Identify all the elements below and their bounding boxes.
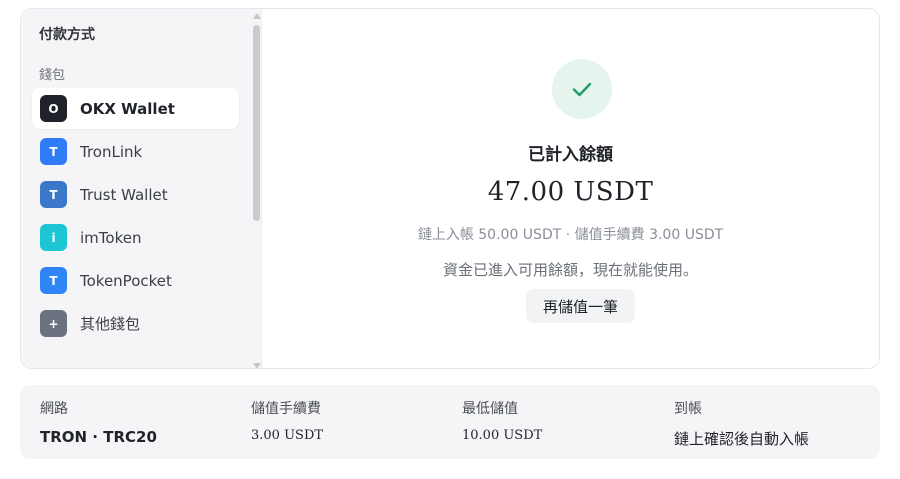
wallet-label: 其他錢包	[80, 315, 141, 333]
payment-method-sidebar: 付款方式 錢包 O OKX Wallet T TronLink T Trust …	[21, 9, 262, 368]
fee-info: 儲值手續費 3.00 USDT	[251, 398, 323, 443]
arrival-label: 到帳	[674, 401, 702, 417]
tronlink-icon: T	[40, 138, 67, 165]
fee-label: 儲值手續費	[251, 401, 321, 417]
scrollbar-thumb[interactable]	[253, 25, 260, 221]
network-info: 網路 TRON · TRC20	[40, 398, 157, 446]
wallet-label: imToken	[80, 228, 142, 247]
sidebar-title: 付款方式	[39, 27, 95, 43]
wallet-item-okx[interactable]: O OKX Wallet	[32, 88, 239, 129]
min-deposit-info: 最低儲值 10.00 USDT	[462, 398, 542, 443]
scroll-up-arrow-icon[interactable]	[253, 13, 261, 19]
wallet-item-trust-wallet[interactable]: T Trust Wallet	[32, 174, 239, 215]
tokenpocket-icon: T	[40, 267, 67, 294]
wallet-item-tronlink[interactable]: T TronLink	[32, 131, 239, 172]
wallet-label: TokenPocket	[80, 271, 172, 290]
trust-wallet-icon: T	[40, 181, 67, 208]
payment-card: 付款方式 錢包 O OKX Wallet T TronLink T Trust …	[20, 8, 880, 369]
success-check-icon	[552, 59, 612, 119]
arrival-info: 到帳 鏈上確認後自動入帳	[674, 398, 809, 449]
deposit-info-bar: 網路 TRON · TRC20 儲值手續費 3.00 USDT 最低儲值 10.…	[20, 385, 880, 459]
wallet-label: Trust Wallet	[80, 185, 168, 204]
min-deposit-value: 10.00 USDT	[462, 428, 543, 443]
wallet-label: TronLink	[80, 142, 143, 161]
scroll-down-arrow-icon[interactable]	[253, 363, 261, 368]
status-title: 已計入餘額	[528, 145, 613, 165]
okx-icon: O	[40, 95, 67, 122]
status-message: 資金已進入可用餘額，現在就能使用。	[442, 261, 698, 279]
wallet-section-label: 錢包	[39, 68, 66, 83]
wallet-label: OKX Wallet	[80, 99, 175, 118]
arrival-value: 鏈上確認後自動入帳	[674, 430, 810, 448]
network-value: TRON · TRC20	[40, 428, 157, 446]
fee-value: 3.00 USDT	[251, 428, 324, 443]
min-deposit-label: 最低儲值	[462, 401, 518, 417]
imtoken-icon: i	[40, 224, 67, 251]
deposit-again-button[interactable]: 再儲值一筆	[526, 289, 635, 323]
credited-amount: 47.00 USDT	[487, 177, 654, 207]
wallet-item-imtoken[interactable]: i imToken	[32, 217, 239, 258]
network-label: 網路	[40, 401, 68, 417]
wallet-item-tokenpocket[interactable]: T TokenPocket	[32, 260, 239, 301]
plus-icon: +	[40, 310, 67, 337]
sidebar-scrollbar[interactable]	[252, 13, 261, 368]
amount-breakdown: 鏈上入帳 50.00 USDT · 儲值手續費 3.00 USDT	[417, 227, 724, 243]
deposit-result-panel: 已計入餘額 47.00 USDT 鏈上入帳 50.00 USDT · 儲值手續費…	[262, 9, 879, 368]
wallet-item-other[interactable]: + 其他錢包	[32, 303, 239, 344]
